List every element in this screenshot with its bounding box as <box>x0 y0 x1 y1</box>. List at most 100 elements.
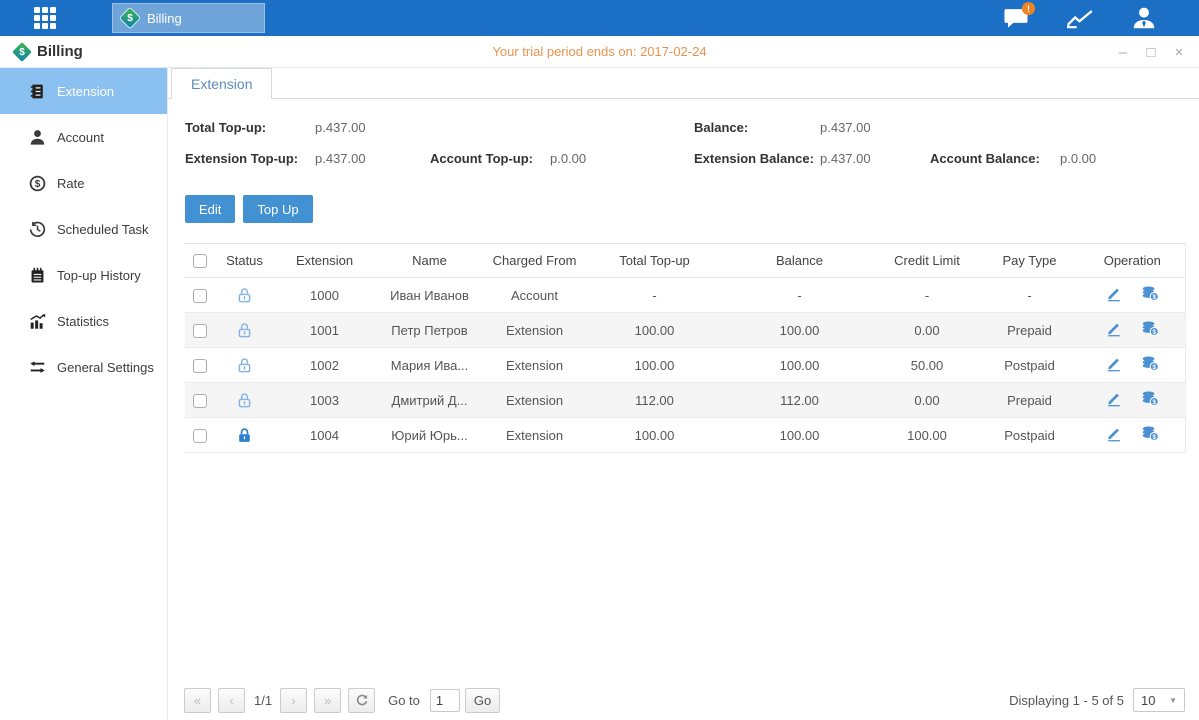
sidebar-item-label: Top-up History <box>57 268 141 283</box>
cell-name: Мария Ива... <box>375 348 485 383</box>
extension-balance-label: Extension Balance: <box>694 151 814 166</box>
edit-row-icon[interactable] <box>1105 355 1123 372</box>
refresh-icon <box>355 693 369 707</box>
cell-extension: 1001 <box>275 313 375 348</box>
topup-row-icon[interactable]: $ <box>1141 355 1159 372</box>
svg-text:$: $ <box>1153 364 1157 371</box>
cell-total-topup: 112.00 <box>585 383 725 418</box>
edit-row-icon[interactable] <box>1105 390 1123 407</box>
row-checkbox[interactable] <box>193 429 207 443</box>
go-button[interactable]: Go <box>465 688 500 713</box>
cell-balance: 100.00 <box>725 313 875 348</box>
cell-credit-limit: 0.00 <box>875 383 980 418</box>
account-topup-value: p.0.00 <box>550 151 586 166</box>
extension-topup-label: Extension Top-up: <box>185 151 298 166</box>
statistics-topbar-icon[interactable] <box>1065 5 1095 31</box>
sidebar-item-label: Rate <box>57 176 84 191</box>
cell-charged-from: Extension <box>485 313 585 348</box>
edit-row-icon[interactable] <box>1105 285 1123 302</box>
rate-icon: $ <box>29 175 46 192</box>
messages-icon[interactable]: ! <box>1001 5 1031 31</box>
account-topup-label: Account Top-up: <box>430 151 533 166</box>
row-checkbox[interactable] <box>193 394 207 408</box>
user-account-icon[interactable] <box>1129 5 1159 31</box>
cell-pay-type: - <box>980 278 1080 313</box>
minimize-icon[interactable]: – <box>1115 44 1131 61</box>
topup-row-icon[interactable]: $ <box>1141 285 1159 302</box>
svg-text:$: $ <box>1153 329 1157 336</box>
sidebar-item-account[interactable]: Account <box>0 114 167 160</box>
edit-row-icon[interactable] <box>1105 320 1123 337</box>
row-checkbox[interactable] <box>193 324 207 338</box>
cell-credit-limit: 50.00 <box>875 348 980 383</box>
column-header-extension: Extension <box>275 244 375 278</box>
total-topup-value: p.437.00 <box>315 120 366 135</box>
cell-total-topup: 100.00 <box>585 418 725 453</box>
sidebar-item-topup-history[interactable]: Top-up History <box>0 252 167 298</box>
topup-row-icon[interactable]: $ <box>1141 390 1159 407</box>
table-row: 1001 Петр Петров Extension 100.00 100.00… <box>185 313 1186 348</box>
sidebar: Extension Account $ Rate Scheduled Task <box>0 68 168 720</box>
table-row: 1000 Иван Иванов Account - - - - <box>185 278 1186 313</box>
cell-pay-type: Postpaid <box>980 348 1080 383</box>
cell-extension: 1002 <box>275 348 375 383</box>
cell-balance: - <box>725 278 875 313</box>
column-header-status: Status <box>215 244 275 278</box>
cell-extension: 1004 <box>275 418 375 453</box>
taskbar-tab-billing[interactable]: $ Billing <box>112 3 265 33</box>
cell-pay-type: Prepaid <box>980 383 1080 418</box>
sidebar-item-label: General Settings <box>57 360 154 375</box>
maximize-icon[interactable]: □ <box>1143 44 1159 61</box>
last-page-button[interactable]: » <box>314 688 341 713</box>
account-icon <box>29 129 46 146</box>
sidebar-item-general-settings[interactable]: General Settings <box>0 344 167 390</box>
apps-grid-icon[interactable] <box>34 7 70 29</box>
refresh-button[interactable] <box>348 688 375 713</box>
topup-button[interactable]: Top Up <box>243 195 312 223</box>
goto-page-input[interactable] <box>430 689 460 712</box>
tab-extension[interactable]: Extension <box>171 68 272 99</box>
cell-pay-type: Prepaid <box>980 313 1080 348</box>
topup-row-icon[interactable]: $ <box>1141 425 1159 442</box>
tab-strip: Extension <box>168 68 1199 99</box>
next-page-button[interactable]: › <box>280 688 307 713</box>
sidebar-item-scheduled-task[interactable]: Scheduled Task <box>0 206 167 252</box>
top-taskbar: $ Billing ! <box>0 0 1199 36</box>
first-page-button[interactable]: « <box>184 688 211 713</box>
balance-label: Balance: <box>694 120 748 135</box>
edit-button[interactable]: Edit <box>185 195 235 223</box>
sidebar-item-statistics[interactable]: Statistics <box>0 298 167 344</box>
cell-charged-from: Extension <box>485 383 585 418</box>
page-size-select[interactable]: 10 ▼ <box>1133 688 1185 712</box>
edit-row-icon[interactable] <box>1105 425 1123 442</box>
topup-history-icon <box>29 267 46 284</box>
sidebar-item-label: Account <box>57 130 104 145</box>
page-indicator: 1/1 <box>254 693 272 708</box>
sidebar-item-extension[interactable]: Extension <box>0 68 167 114</box>
notification-badge: ! <box>1022 2 1035 15</box>
account-balance-value: p.0.00 <box>1060 151 1096 166</box>
cell-credit-limit: - <box>875 278 980 313</box>
row-checkbox[interactable] <box>193 289 207 303</box>
close-icon[interactable]: × <box>1171 44 1187 61</box>
cell-name: Юрий Юрь... <box>375 418 485 453</box>
cell-charged-from: Extension <box>485 348 585 383</box>
select-all-checkbox[interactable] <box>193 254 207 268</box>
total-topup-label: Total Top-up: <box>185 120 266 135</box>
extension-balance-value: p.437.00 <box>820 151 871 166</box>
status-lock-icon <box>236 356 253 371</box>
row-checkbox[interactable] <box>193 359 207 373</box>
topup-row-icon[interactable]: $ <box>1141 320 1159 337</box>
table-header-row: Status Extension Name Charged From Total… <box>185 244 1186 278</box>
balance-value: p.437.00 <box>820 120 871 135</box>
cell-pay-type: Postpaid <box>980 418 1080 453</box>
prev-page-button[interactable]: ‹ <box>218 688 245 713</box>
status-lock-icon <box>236 321 253 336</box>
main-content: Extension Total Top-up: p.437.00 Balance… <box>168 68 1199 720</box>
sidebar-item-rate[interactable]: $ Rate <box>0 160 167 206</box>
cell-name: Петр Петров <box>375 313 485 348</box>
extension-icon <box>29 83 46 100</box>
cell-name: Иван Иванов <box>375 278 485 313</box>
displaying-text: Displaying 1 - 5 of 5 <box>1009 693 1124 708</box>
general-settings-icon <box>29 359 46 376</box>
